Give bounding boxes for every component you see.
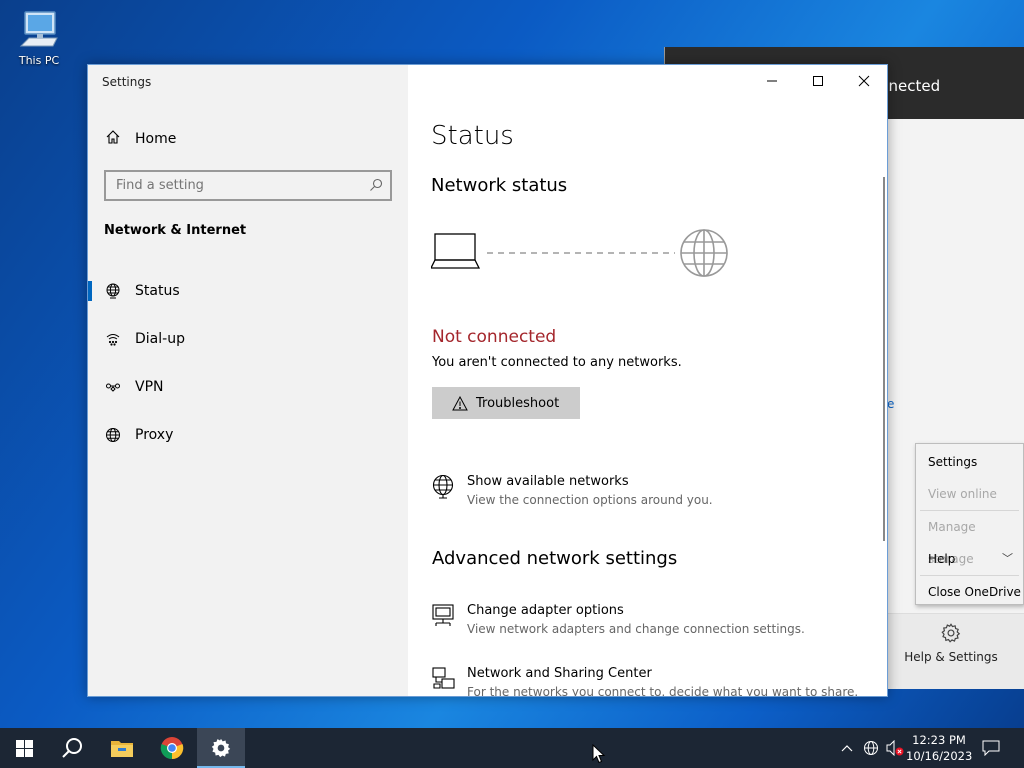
settings-content: Status Network status Not connected You … bbox=[408, 65, 887, 696]
minimize-button[interactable] bbox=[749, 65, 795, 97]
chrome-button[interactable] bbox=[148, 728, 196, 768]
dialup-icon bbox=[105, 331, 135, 347]
sharing-center-title: Network and Sharing Center bbox=[467, 666, 652, 681]
adapter-options-title: Change adapter options bbox=[467, 603, 624, 618]
menu-item-label: Help bbox=[928, 552, 956, 566]
settings-taskbar-button[interactable] bbox=[197, 728, 245, 768]
speaker-muted-icon bbox=[886, 740, 904, 756]
sidebar-item-label: VPN bbox=[135, 379, 164, 395]
taskbar: 12:23 PM 10/16/2023 bbox=[0, 728, 1024, 768]
notification-icon bbox=[982, 740, 1000, 756]
sharing-center-icon bbox=[431, 666, 467, 696]
menu-item-view-online: View online bbox=[916, 478, 1023, 510]
sidebar-item-status[interactable]: Status bbox=[88, 271, 408, 311]
clock-date: 10/16/2023 bbox=[906, 749, 973, 763]
sidebar-item-dialup[interactable]: Dial-up bbox=[88, 319, 408, 359]
globe-network-icon bbox=[431, 474, 467, 507]
maximize-icon bbox=[813, 76, 823, 86]
action-center-button[interactable] bbox=[978, 728, 1004, 768]
home-nav-item[interactable]: Home bbox=[105, 129, 176, 149]
search-box[interactable] bbox=[104, 170, 392, 201]
troubleshoot-button[interactable]: Troubleshoot bbox=[432, 387, 580, 419]
network-diagram bbox=[429, 228, 731, 288]
search-taskbar-button[interactable] bbox=[48, 728, 96, 768]
sidebar-item-label: Status bbox=[135, 283, 180, 299]
minimize-icon bbox=[767, 80, 777, 82]
show-networks-link[interactable]: Show available networks View the connect… bbox=[431, 474, 713, 507]
help-settings-button[interactable]: Help & Settings bbox=[901, 622, 1001, 664]
sharing-center-link[interactable]: Network and Sharing Center For the netwo… bbox=[431, 666, 859, 697]
connection-state-text: Not connected bbox=[432, 327, 557, 347]
window-title: Settings bbox=[102, 75, 152, 89]
network-adapter-icon bbox=[431, 603, 467, 636]
settings-sidebar: Settings Home Network & Internet Status bbox=[88, 65, 408, 696]
sharing-center-desc: For the networks you connect to, decide … bbox=[467, 685, 859, 697]
start-button[interactable] bbox=[0, 728, 48, 768]
home-icon bbox=[105, 129, 135, 149]
close-icon bbox=[858, 75, 870, 87]
maximize-button[interactable] bbox=[795, 65, 841, 97]
chevron-up-icon bbox=[841, 745, 853, 752]
windows-logo-icon bbox=[15, 739, 33, 757]
advanced-heading: Advanced network settings bbox=[432, 548, 678, 569]
sidebar-item-label: Proxy bbox=[135, 427, 174, 443]
sidebar-item-vpn[interactable]: VPN bbox=[88, 367, 408, 407]
mouse-cursor-icon bbox=[592, 744, 606, 764]
settings-window: Settings Home Network & Internet Status bbox=[87, 64, 888, 697]
connection-description: You aren't connected to any networks. bbox=[432, 355, 682, 370]
globe-status-icon bbox=[105, 283, 135, 299]
network-tray-button[interactable] bbox=[860, 728, 882, 768]
laptop-icon bbox=[429, 233, 481, 269]
internet-globe-icon bbox=[680, 229, 728, 277]
computer-icon bbox=[19, 11, 58, 47]
help-settings-label: Help & Settings bbox=[904, 650, 998, 664]
vpn-icon bbox=[105, 379, 135, 395]
gear-icon bbox=[211, 738, 231, 758]
menu-item-label: View online bbox=[928, 487, 997, 501]
menu-item-label: Close OneDrive bbox=[928, 585, 1021, 599]
desktop-icon-label: This PC bbox=[18, 54, 60, 67]
chrome-icon bbox=[160, 737, 184, 760]
menu-item-manage-storage: Manage storage bbox=[916, 511, 1023, 566]
onedrive-context-menu: Settings View online Manage storage Help… bbox=[915, 443, 1024, 605]
close-button[interactable] bbox=[841, 65, 887, 97]
desktop-icon-this-pc[interactable]: This PC bbox=[10, 8, 68, 67]
network-status-heading: Network status bbox=[431, 175, 568, 196]
show-networks-title: Show available networks bbox=[467, 474, 629, 489]
network-globe-icon bbox=[864, 741, 878, 755]
menu-item-close-onedrive[interactable]: Close OneDrive bbox=[916, 576, 1023, 608]
adapter-options-link[interactable]: Change adapter options View network adap… bbox=[431, 603, 805, 636]
onedrive-link[interactable]: e bbox=[887, 397, 894, 411]
adapter-options-desc: View network adapters and change connect… bbox=[467, 622, 805, 636]
troubleshoot-label: Troubleshoot bbox=[476, 395, 560, 411]
clock-time: 12:23 PM bbox=[912, 733, 966, 747]
show-networks-desc: View the connection options around you. bbox=[467, 493, 713, 507]
chevron-down-icon: ﹀ bbox=[1002, 552, 1013, 565]
search-input[interactable] bbox=[106, 172, 356, 199]
volume-tray-button[interactable] bbox=[884, 728, 906, 768]
content-scrollbar[interactable] bbox=[883, 177, 885, 541]
home-label: Home bbox=[135, 131, 177, 147]
sidebar-item-proxy[interactable]: Proxy bbox=[88, 415, 408, 455]
sidebar-item-label: Dial-up bbox=[135, 331, 185, 347]
menu-item-settings[interactable]: Settings bbox=[916, 446, 1023, 478]
search-icon bbox=[62, 738, 82, 758]
section-heading: Network & Internet bbox=[104, 223, 247, 238]
globe-icon bbox=[105, 427, 135, 443]
system-clock[interactable]: 12:23 PM 10/16/2023 bbox=[906, 732, 972, 764]
warning-icon bbox=[452, 395, 468, 411]
onedrive-status-text: nnected bbox=[879, 77, 941, 95]
folder-icon bbox=[111, 741, 133, 757]
search-icon bbox=[369, 178, 383, 196]
gear-icon bbox=[941, 623, 961, 643]
menu-item-help[interactable]: Help ﹀ bbox=[916, 543, 1023, 575]
show-hidden-icons-button[interactable] bbox=[836, 728, 858, 768]
page-title: Status bbox=[431, 121, 514, 151]
file-explorer-button[interactable] bbox=[98, 728, 146, 768]
menu-item-label: Settings bbox=[928, 455, 978, 469]
